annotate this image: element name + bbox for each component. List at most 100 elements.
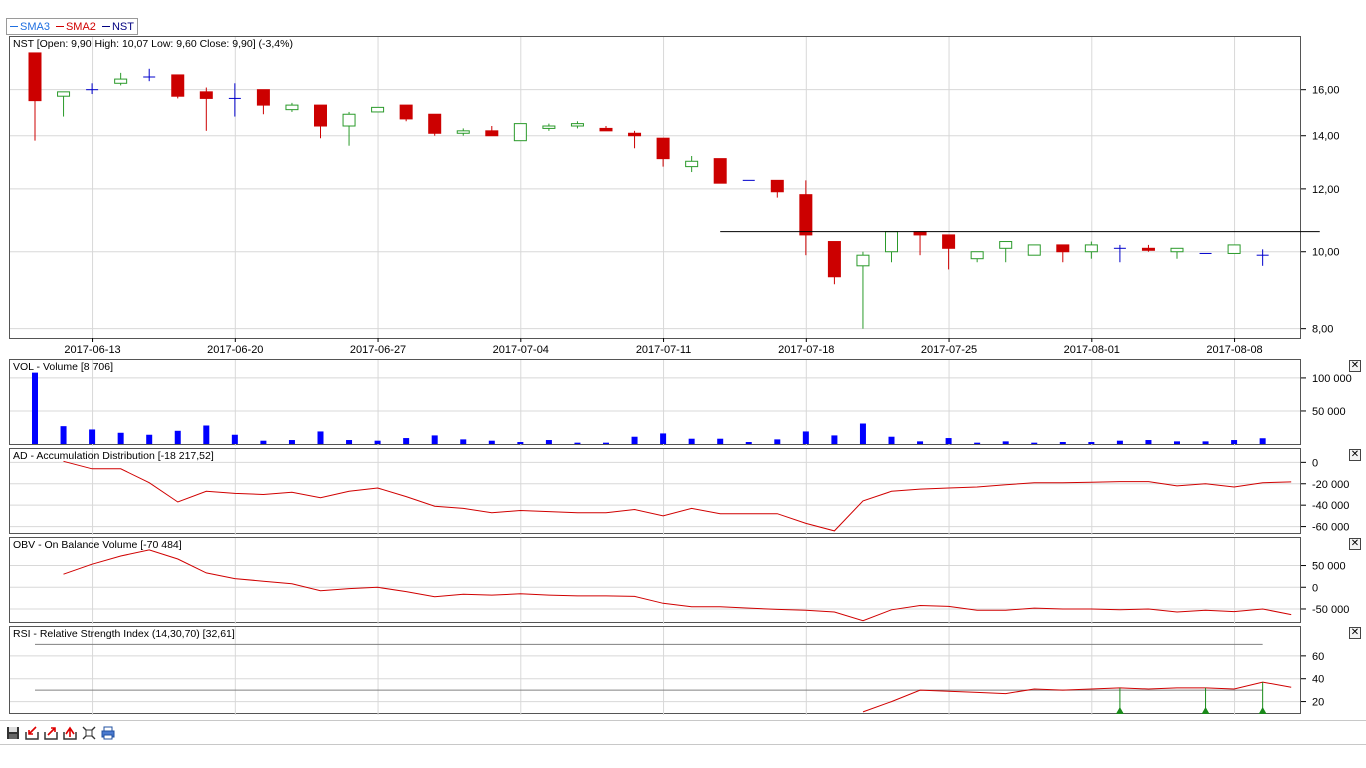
volume-bar: [974, 442, 981, 444]
y-tick-label: 10,00: [1312, 247, 1340, 259]
x-tick-label: 2017-06-27: [350, 344, 406, 356]
candle-body: [1227, 244, 1241, 254]
volume-bar: [774, 439, 781, 444]
export-button[interactable]: [43, 725, 59, 741]
legend-swatch: [10, 26, 18, 27]
candle-body: [885, 231, 898, 253]
import-button[interactable]: [24, 725, 40, 741]
volume-bar: [802, 431, 809, 444]
legend-swatch: [101, 26, 110, 27]
export-icon: [44, 727, 58, 740]
volume-bar: [374, 440, 381, 444]
volume-panel[interactable]: 100 000 50 000 VOL - Volume [8 706]: [9, 359, 1352, 446]
volume-bar: [1031, 442, 1038, 444]
candle-body: [285, 104, 299, 111]
candle-body: [114, 78, 128, 84]
save-button[interactable]: [5, 725, 21, 741]
x-tick-label: 2017-07-04: [493, 344, 549, 356]
volume-bar: [688, 438, 695, 444]
close-obv-panel-icon[interactable]: ✕: [1349, 538, 1361, 550]
volume-chart-svg[interactable]: 100 000 50 000: [10, 360, 1366, 446]
y-tick-label: 60: [1312, 651, 1324, 663]
volume-bar: [488, 440, 495, 444]
rsi-panel[interactable]: 60 40 20 RSI - Relative Strength Index (14…: [9, 626, 1324, 715]
export-all-button[interactable]: [62, 725, 78, 741]
volume-bar: [1174, 441, 1180, 444]
close-volume-panel-icon[interactable]: ✕: [1349, 360, 1361, 372]
candle-body: [570, 123, 584, 127]
obv-panel[interactable]: 50 000 0 -50 000 OBV - On Balance Volume […: [9, 537, 1349, 624]
indicator-line: [862, 681, 1292, 713]
candle-body: [1084, 244, 1098, 253]
legend-item: SMA2: [55, 20, 96, 33]
close-ad-panel-icon[interactable]: ✕: [1349, 449, 1361, 461]
candle-body: [1141, 247, 1155, 251]
y-tick-label: 100 000: [1312, 373, 1352, 385]
candle-body: [827, 241, 841, 278]
candle-body: [713, 158, 727, 184]
volume-bar: [288, 440, 295, 444]
divider: [0, 720, 1366, 721]
obv-chart-svg[interactable]: 50 000 0 -50 000: [10, 538, 1366, 624]
candle-body: [314, 104, 327, 127]
volume-bar: [1116, 440, 1123, 444]
volume-bar: [174, 430, 181, 444]
y-tick-label: -20 000: [1312, 479, 1349, 491]
y-tick-label: 0: [1312, 457, 1318, 469]
volume-bar: [1145, 440, 1152, 444]
chart-legend: SMA3 SMA2 NST: [6, 18, 138, 35]
divider: [0, 744, 1366, 745]
candle-body: [57, 91, 71, 97]
rsi-signal-arrow: [1115, 707, 1124, 714]
ad-panel[interactable]: 0 -20 000 -40 000 -60 000 AD - Accumulation…: [9, 448, 1349, 535]
candle-body: [485, 130, 499, 137]
y-tick-label: -50 000: [1312, 604, 1349, 616]
volume-bar: [260, 440, 267, 444]
volume-bar: [1259, 438, 1266, 444]
x-tick-label: 2017-06-20: [207, 344, 263, 356]
candle-body: [1027, 244, 1041, 256]
candle-body: [770, 179, 784, 193]
volume-bar: [1059, 442, 1066, 444]
candle-body: [1170, 247, 1184, 253]
x-tick-label: 2017-07-18: [778, 344, 834, 356]
candle-body: [428, 113, 442, 134]
legend-item: SMA3: [10, 21, 50, 33]
candle-body: [1056, 244, 1070, 253]
volume-bar: [660, 433, 667, 444]
volume-bar: [1088, 442, 1095, 444]
volume-bar: [117, 432, 124, 444]
volume-bar: [745, 442, 752, 444]
volume-bar: [403, 438, 410, 444]
volume-bar: [89, 429, 96, 444]
y-tick-label: -60 000: [1312, 522, 1349, 534]
fit-screen-button[interactable]: [81, 725, 97, 741]
price-panel-title: NST [Open: 9,90 High: 10,07 Low: 9,60 Cl…: [13, 38, 293, 50]
candle-body: [342, 113, 356, 127]
y-tick-label: 0: [1312, 582, 1318, 594]
volume-bar: [888, 436, 895, 444]
y-tick-label: 8,00: [1312, 324, 1333, 336]
indicator-line: [63, 549, 1292, 622]
obv-panel-title: OBV - On Balance Volume [-70 484]: [13, 539, 182, 551]
indicator-line: [63, 460, 1292, 532]
legend-swatch: [55, 26, 64, 27]
volume-bar: [945, 438, 952, 444]
close-rsi-panel-icon[interactable]: ✕: [1349, 627, 1361, 639]
candle-body: [371, 106, 385, 113]
x-tick-label: 2017-06-13: [64, 344, 120, 356]
x-tick-label: 2017-08-08: [1206, 344, 1262, 356]
print-button[interactable]: [100, 725, 116, 741]
y-tick-label: 14,00: [1312, 131, 1340, 143]
price-panel[interactable]: 2017-06-13 2017-06-20 2017-06-27 2017-07-04…: [9, 36, 1340, 356]
x-tick-label: 2017-07-11: [636, 344, 691, 356]
legend-label: SMA2: [65, 20, 96, 33]
candle-body: [942, 234, 956, 249]
legend-label: NST: [111, 20, 134, 33]
volume-bar: [1002, 441, 1009, 444]
y-tick-label: 20: [1312, 697, 1324, 709]
price-chart-svg[interactable]: 2017-06-13 2017-06-20 2017-06-27 2017-07-04…: [10, 37, 1366, 356]
rsi-chart-svg[interactable]: 60 40 20: [10, 627, 1366, 715]
rsi-signal-arrow: [1201, 707, 1210, 714]
print-icon: [101, 726, 115, 740]
